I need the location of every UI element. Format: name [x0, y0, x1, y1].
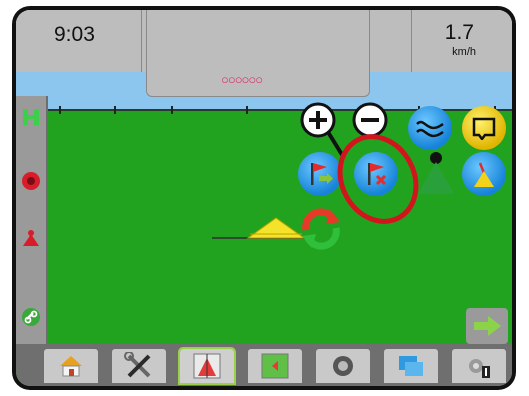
speed-panel: 1.7 km/h: [411, 10, 512, 72]
warning-icon[interactable]: [20, 170, 42, 192]
gear-one-icon: [469, 359, 490, 378]
tab-unit-1[interactable]: [452, 349, 506, 383]
vehicle-overhead-icon: [474, 162, 494, 187]
guidance-screen: 9:03 1.7 km/h ○○○○○○: [16, 10, 512, 386]
boundary-icon: [472, 117, 496, 140]
display-frame: 9:03 1.7 km/h ○○○○○○: [12, 6, 516, 390]
tab-guidance[interactable]: [178, 347, 236, 385]
highlight-ring: [337, 134, 419, 224]
camera-icon: [333, 356, 353, 376]
map-icon: [261, 353, 289, 379]
tools-icon: [124, 352, 151, 378]
tab-home[interactable]: [44, 349, 98, 383]
link-icon[interactable]: [20, 306, 42, 328]
bottom-nav-bar: [16, 344, 512, 386]
clock: 9:03: [54, 23, 95, 46]
guidance-icon: [193, 353, 221, 379]
tab-data[interactable]: [384, 349, 438, 383]
speed-unit: km/h: [452, 46, 476, 58]
left-sidebar: [16, 96, 48, 344]
status-drawer-tab[interactable]: ○○○○○○: [146, 10, 370, 97]
clock-panel: 9:03: [16, 10, 142, 72]
tab-setup[interactable]: [112, 349, 166, 383]
auto-steer-icon[interactable]: [20, 106, 42, 128]
boundary-button[interactable]: [462, 106, 506, 150]
tab-mapping[interactable]: [248, 349, 302, 383]
arrow-right-icon: [474, 316, 501, 336]
overhead-view-button[interactable]: [462, 152, 506, 196]
vehicle-icon[interactable]: [20, 226, 42, 248]
speed-value: 1.7: [444, 21, 474, 44]
data-icon: [399, 356, 423, 376]
home-icon: [60, 356, 82, 377]
next-page-button[interactable]: [466, 308, 508, 344]
tab-camera[interactable]: [316, 349, 370, 383]
page-indicator: ○○○○○○: [221, 72, 263, 87]
